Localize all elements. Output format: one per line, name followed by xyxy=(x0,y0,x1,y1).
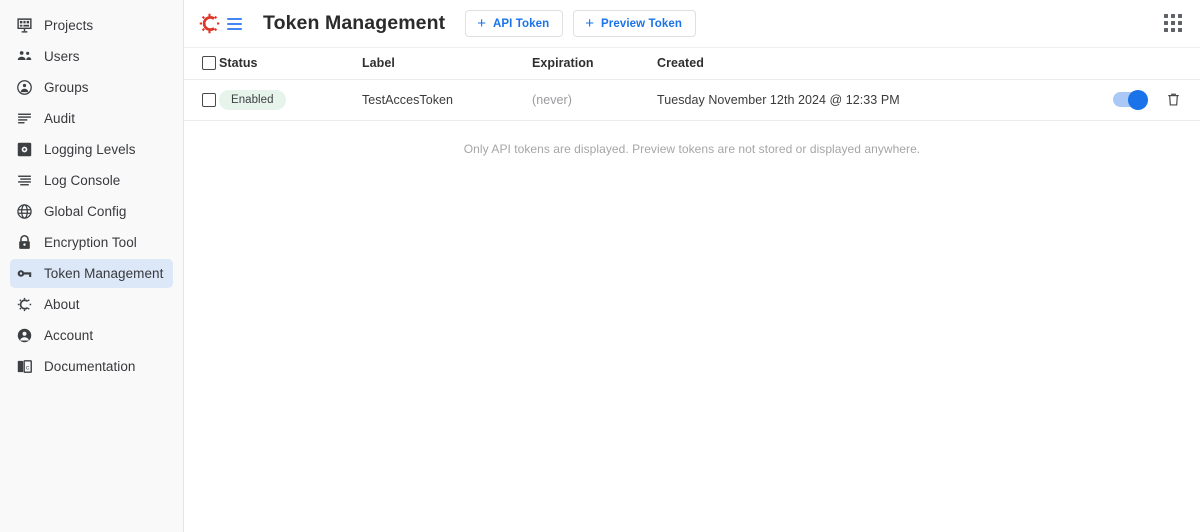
token-expiration: (never) xyxy=(532,92,572,107)
cell-expiration: (never) xyxy=(532,79,657,120)
column-header-status[interactable]: Status xyxy=(219,48,362,79)
main-area: Token Management + API Token + Preview T… xyxy=(184,0,1200,532)
column-header-expiration[interactable]: Expiration xyxy=(532,48,657,79)
sidebar-item-documentation[interactable]: c Documentation xyxy=(10,352,173,381)
conductor-gear-logo xyxy=(197,12,221,36)
sidebar-item-label: Projects xyxy=(44,18,94,33)
status-badge: Enabled xyxy=(219,89,286,110)
toggle-knob xyxy=(1128,89,1148,110)
audit-icon xyxy=(16,110,33,127)
key-icon xyxy=(16,265,33,282)
hamburger-menu-icon[interactable] xyxy=(227,13,249,35)
token-enabled-toggle[interactable] xyxy=(1113,89,1148,110)
token-table-area: Status Label Expiration Created Enabled … xyxy=(184,48,1200,532)
sidebar-item-encryption-tool[interactable]: Encryption Tool xyxy=(10,228,173,257)
logging-levels-icon xyxy=(16,141,33,158)
sidebar-item-projects[interactable]: Projects xyxy=(10,11,173,40)
sidebar-item-global-config[interactable]: Global Config xyxy=(10,197,173,226)
sidebar-item-label: About xyxy=(44,297,80,312)
column-label: Expiration xyxy=(532,56,594,71)
lock-icon xyxy=(16,234,33,251)
sidebar-item-audit[interactable]: Audit xyxy=(10,104,173,133)
sidebar-item-label: Groups xyxy=(44,80,89,95)
sidebar: Projects Users Groups Audit Logging Leve xyxy=(0,0,184,532)
sidebar-item-label: Audit xyxy=(44,111,76,126)
sidebar-item-users[interactable]: Users xyxy=(10,42,173,71)
account-circle-icon xyxy=(16,327,33,344)
sidebar-item-about[interactable]: About xyxy=(10,290,173,319)
column-label: Status xyxy=(219,56,258,71)
sidebar-item-label: Users xyxy=(44,49,80,64)
app-root: Projects Users Groups Audit Logging Leve xyxy=(0,0,1200,532)
cell-label: TestAccesToken xyxy=(362,79,532,120)
log-console-icon xyxy=(16,172,33,189)
globe-icon xyxy=(16,203,33,220)
cell-status: Enabled xyxy=(219,79,362,120)
header-actions: + API Token + Preview Token xyxy=(465,10,696,37)
button-label: API Token xyxy=(492,17,550,30)
apps-grid-icon[interactable] xyxy=(1164,13,1184,34)
book-icon: c xyxy=(16,358,33,375)
projects-icon xyxy=(16,17,33,34)
sidebar-item-label: Global Config xyxy=(44,204,127,219)
svg-text:c: c xyxy=(26,364,30,371)
cell-created: Tuesday November 12th 2024 @ 12:33 PM xyxy=(657,79,1090,120)
plus-icon: + xyxy=(585,15,594,32)
column-header-actions xyxy=(1090,48,1200,79)
tokens-table: Status Label Expiration Created Enabled … xyxy=(184,48,1200,121)
add-preview-token-button[interactable]: + Preview Token xyxy=(573,10,696,37)
row-checkbox[interactable] xyxy=(202,92,216,107)
select-all-cell xyxy=(184,48,219,79)
sidebar-item-token-management[interactable]: Token Management xyxy=(10,259,173,288)
sidebar-item-label: Encryption Tool xyxy=(44,235,137,250)
sidebar-item-groups[interactable]: Groups xyxy=(10,73,173,102)
cell-actions xyxy=(1090,79,1200,120)
column-label: Label xyxy=(362,56,395,71)
add-api-token-button[interactable]: + API Token xyxy=(465,10,564,37)
sidebar-item-logging-levels[interactable]: Logging Levels xyxy=(10,135,173,164)
top-header: Token Management + API Token + Preview T… xyxy=(184,0,1200,48)
column-header-created[interactable]: Created xyxy=(657,48,1090,79)
sidebar-item-account[interactable]: Account xyxy=(10,321,173,350)
table-head: Status Label Expiration Created xyxy=(184,48,1200,79)
sidebar-item-label: Logging Levels xyxy=(44,142,136,157)
button-label: Preview Token xyxy=(601,17,682,30)
token-label: TestAccesToken xyxy=(362,92,454,107)
column-header-label[interactable]: Label xyxy=(362,48,532,79)
gear-c-icon xyxy=(16,296,33,313)
sidebar-item-label: Documentation xyxy=(44,359,136,374)
sidebar-item-label: Token Management xyxy=(44,266,164,281)
column-label: Created xyxy=(657,56,704,71)
row-actions xyxy=(1090,89,1200,110)
plus-icon: + xyxy=(477,15,486,32)
users-icon xyxy=(16,48,33,65)
sidebar-item-log-console[interactable]: Log Console xyxy=(10,166,173,195)
page-title: Token Management xyxy=(263,12,446,34)
token-created: Tuesday November 12th 2024 @ 12:33 PM xyxy=(657,92,900,107)
table-row[interactable]: Enabled TestAccesToken (never) Tuesday N… xyxy=(184,79,1200,120)
sidebar-item-label: Log Console xyxy=(44,173,121,188)
select-all-checkbox[interactable] xyxy=(202,56,216,71)
table-body: Enabled TestAccesToken (never) Tuesday N… xyxy=(184,79,1200,120)
row-select-cell xyxy=(184,79,219,120)
trash-icon[interactable] xyxy=(1165,91,1182,108)
sidebar-item-label: Account xyxy=(44,328,94,343)
table-header-row: Status Label Expiration Created xyxy=(184,48,1200,79)
table-footnote: Only API tokens are displayed. Preview t… xyxy=(463,141,921,156)
groups-icon xyxy=(16,79,33,96)
